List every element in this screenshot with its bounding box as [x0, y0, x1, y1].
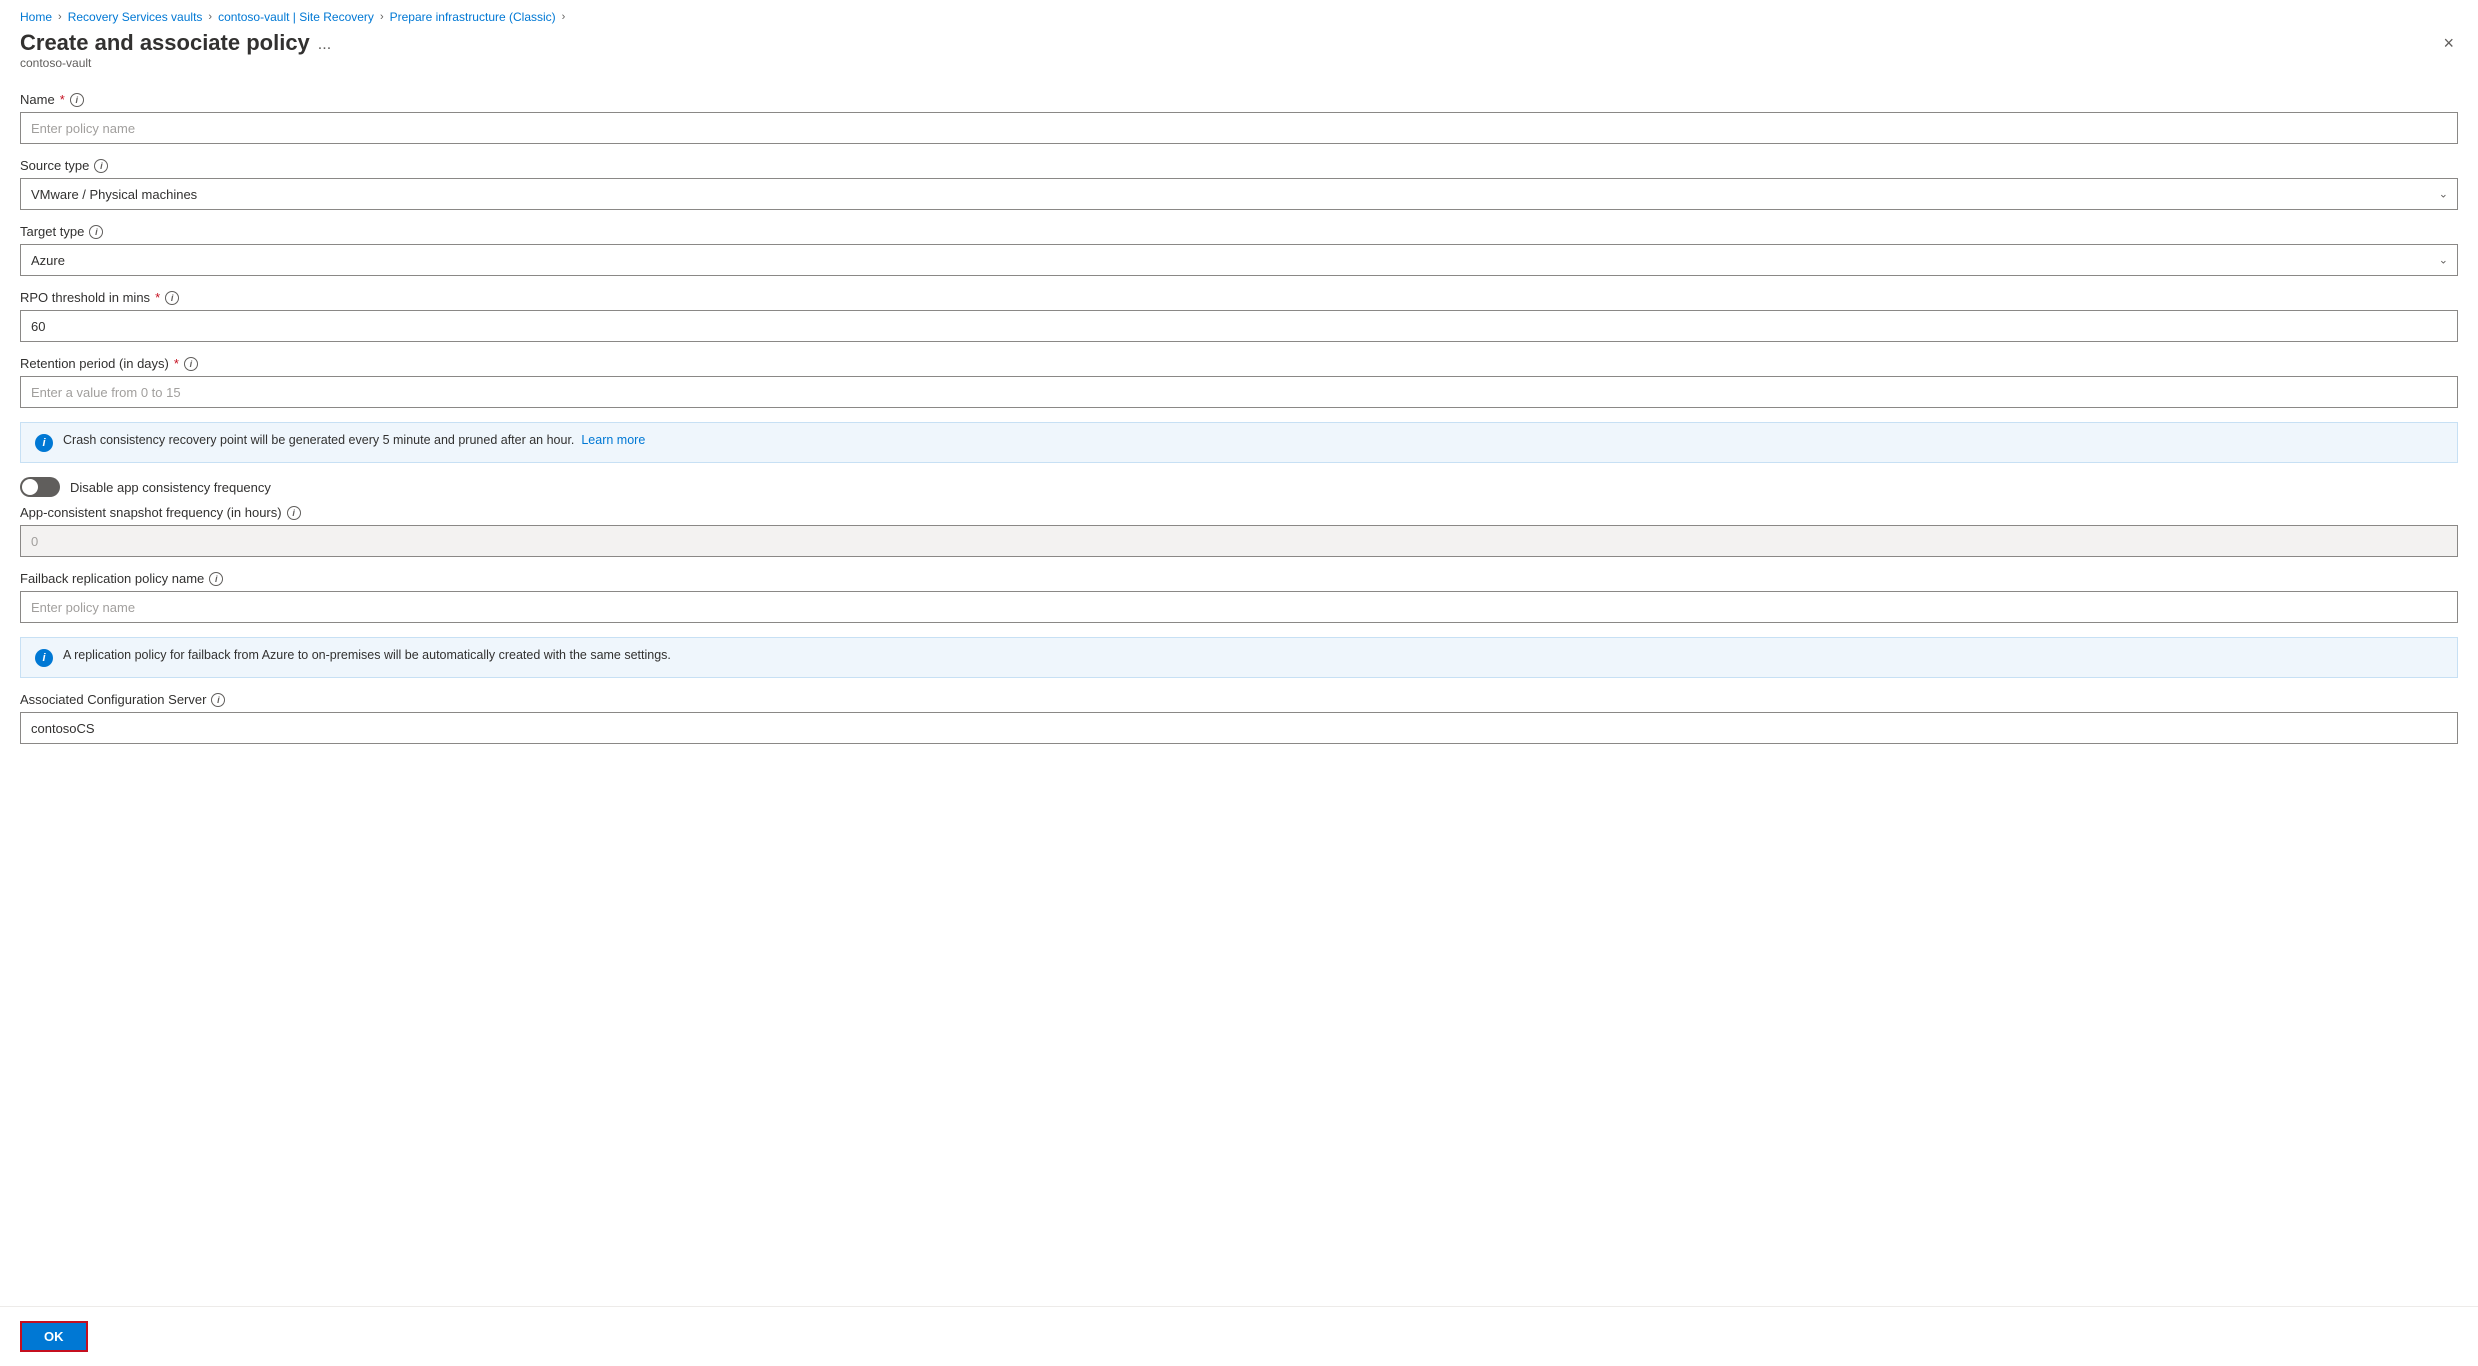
app-consistency-toggle[interactable]	[20, 477, 60, 497]
source-type-select[interactable]: VMware / Physical machines	[20, 178, 2458, 210]
app-snapshot-input[interactable]	[20, 525, 2458, 557]
toggle-thumb	[22, 479, 38, 495]
crash-banner-info-icon: i	[35, 434, 53, 452]
failback-input[interactable]	[20, 591, 2458, 623]
name-input[interactable]	[20, 112, 2458, 144]
breadcrumb: Home › Recovery Services vaults › contos…	[0, 0, 2478, 30]
retention-required: *	[174, 356, 179, 371]
associated-cs-info-icon: i	[211, 693, 225, 707]
failback-banner: i A replication policy for failback from…	[20, 637, 2458, 678]
page-subtitle: contoso-vault	[20, 56, 331, 70]
breadcrumb-sep-1: ›	[58, 11, 62, 23]
rpo-info-icon: i	[165, 291, 179, 305]
app-snapshot-label: App-consistent snapshot frequency (in ho…	[20, 505, 2458, 520]
ok-button[interactable]: OK	[20, 1321, 88, 1352]
retention-input[interactable]	[20, 376, 2458, 408]
name-field-group: Name * i	[20, 92, 2458, 144]
breadcrumb-recovery-vaults[interactable]: Recovery Services vaults	[68, 10, 203, 24]
target-type-select-wrapper: Azure ⌄	[20, 244, 2458, 276]
target-type-label: Target type i	[20, 224, 2458, 239]
target-type-info-icon: i	[89, 225, 103, 239]
rpo-required: *	[155, 290, 160, 305]
footer-buttons: OK	[0, 1306, 2478, 1366]
failback-banner-text: A replication policy for failback from A…	[63, 648, 671, 662]
breadcrumb-sep-3: ›	[380, 11, 384, 23]
page-ellipsis-menu[interactable]: ...	[318, 36, 331, 54]
source-type-group: Source type i VMware / Physical machines…	[20, 158, 2458, 210]
retention-field-group: Retention period (in days) * i	[20, 356, 2458, 408]
associated-cs-input[interactable]	[20, 712, 2458, 744]
target-type-group: Target type i Azure ⌄	[20, 224, 2458, 276]
retention-info-icon: i	[184, 357, 198, 371]
failback-banner-info-icon: i	[35, 649, 53, 667]
toggle-label: Disable app consistency frequency	[70, 480, 271, 495]
crash-banner-learn-more-link[interactable]: Learn more	[581, 433, 645, 447]
breadcrumb-home[interactable]: Home	[20, 10, 52, 24]
source-type-select-wrapper: VMware / Physical machines ⌄	[20, 178, 2458, 210]
rpo-field-group: RPO threshold in mins * i	[20, 290, 2458, 342]
crash-banner-text: Crash consistency recovery point will be…	[63, 433, 645, 447]
breadcrumb-sep-2: ›	[208, 11, 212, 23]
retention-label: Retention period (in days) * i	[20, 356, 2458, 371]
source-type-label: Source type i	[20, 158, 2458, 173]
rpo-input[interactable]	[20, 310, 2458, 342]
source-type-info-icon: i	[94, 159, 108, 173]
name-label: Name * i	[20, 92, 2458, 107]
page-title: Create and associate policy	[20, 30, 310, 56]
app-snapshot-info-icon: i	[287, 506, 301, 520]
name-required: *	[60, 92, 65, 107]
breadcrumb-contoso-vault[interactable]: contoso-vault | Site Recovery	[218, 10, 374, 24]
rpo-label: RPO threshold in mins * i	[20, 290, 2458, 305]
close-button[interactable]: ×	[2439, 30, 2458, 56]
associated-cs-label: Associated Configuration Server i	[20, 692, 2458, 707]
failback-info-icon: i	[209, 572, 223, 586]
app-consistency-toggle-row: Disable app consistency frequency	[20, 477, 2458, 497]
crash-consistency-banner: i Crash consistency recovery point will …	[20, 422, 2458, 463]
breadcrumb-prepare-infra[interactable]: Prepare infrastructure (Classic)	[390, 10, 556, 24]
associated-cs-group: Associated Configuration Server i	[20, 692, 2458, 744]
app-snapshot-group: App-consistent snapshot frequency (in ho…	[20, 505, 2458, 557]
name-info-icon: i	[70, 93, 84, 107]
failback-label: Failback replication policy name i	[20, 571, 2458, 586]
toggle-track	[20, 477, 60, 497]
breadcrumb-sep-4: ›	[562, 11, 566, 23]
failback-field-group: Failback replication policy name i	[20, 571, 2458, 623]
target-type-select[interactable]: Azure	[20, 244, 2458, 276]
